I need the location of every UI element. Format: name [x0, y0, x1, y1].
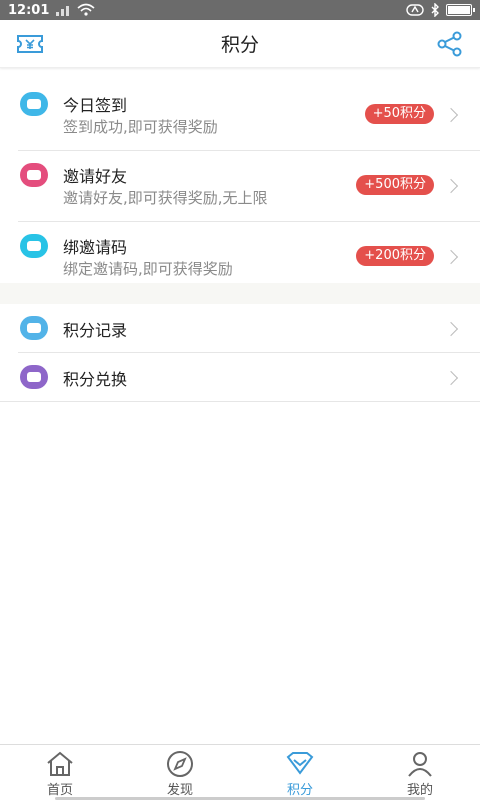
chevron-right-icon — [443, 249, 459, 265]
section-divider — [0, 283, 480, 304]
points-badge: +500积分 — [356, 175, 434, 195]
chevron-right-icon — [443, 370, 459, 386]
task-title: 邀请好友 — [63, 167, 128, 186]
bluetooth-icon — [431, 3, 439, 17]
task-desc: 邀请好友,即可获得奖励,无上限 — [63, 189, 268, 207]
chevron-right-icon — [443, 178, 459, 194]
link-title: 积分兑换 — [63, 370, 128, 389]
task-title: 绑邀请码 — [63, 238, 128, 257]
compass-icon — [165, 750, 195, 778]
user-icon — [405, 750, 435, 778]
tab-discover[interactable]: 发现 — [120, 745, 240, 800]
bottom-tab-bar: 首页 发现 积分 我的 — [0, 744, 480, 800]
calendar-icon — [20, 92, 48, 116]
home-icon — [45, 750, 75, 778]
battery-icon — [446, 4, 475, 16]
tab-label: 发现 — [166, 783, 193, 798]
tab-points[interactable]: 积分 — [240, 745, 360, 800]
tab-mine[interactable]: 我的 — [360, 745, 480, 800]
points-badge: +50积分 — [364, 104, 434, 124]
task-list: 今日签到 签到成功,即可获得奖励 +50积分 邀请好友 邀请好友,即可获得奖励,… — [0, 80, 480, 293]
chevron-right-icon — [443, 107, 459, 123]
diamond-icon — [285, 750, 315, 778]
task-desc: 签到成功,即可获得奖励 — [63, 118, 218, 136]
bag-icon — [20, 234, 48, 258]
ticket-icon — [17, 35, 43, 53]
app-header: 积分 — [0, 20, 480, 68]
nfc-icon — [406, 4, 424, 16]
tab-label: 我的 — [406, 783, 433, 798]
record-icon — [20, 316, 48, 340]
task-title: 今日签到 — [63, 96, 128, 115]
points-links-list: 积分记录 积分兑换 — [0, 304, 480, 402]
share-button[interactable] — [434, 28, 466, 60]
tab-home[interactable]: 首页 — [0, 745, 120, 800]
tab-label: 首页 — [46, 783, 73, 798]
points-record-row[interactable]: 积分记录 — [18, 304, 480, 353]
chevron-right-icon — [443, 321, 459, 337]
share-icon — [437, 31, 462, 57]
exchange-icon — [20, 365, 48, 389]
signal-icon — [56, 6, 70, 16]
points-ticket-button[interactable] — [14, 28, 46, 60]
task-row-checkin[interactable]: 今日签到 签到成功,即可获得奖励 +50积分 — [18, 80, 480, 151]
task-desc: 绑定邀请码,即可获得奖励 — [63, 260, 233, 278]
link-title: 积分记录 — [63, 321, 128, 340]
tab-label: 积分 — [286, 783, 313, 798]
task-row-invite[interactable]: 邀请好友 邀请好友,即可获得奖励,无上限 +500积分 — [18, 151, 480, 222]
flower-icon — [20, 163, 48, 187]
status-bar: 12:01 — [0, 0, 480, 20]
page-title: 积分 — [220, 34, 259, 56]
status-time: 12:01 — [8, 2, 50, 18]
points-exchange-row[interactable]: 积分兑换 — [0, 353, 480, 402]
wifi-icon — [77, 3, 95, 16]
points-badge: +200积分 — [356, 246, 434, 266]
